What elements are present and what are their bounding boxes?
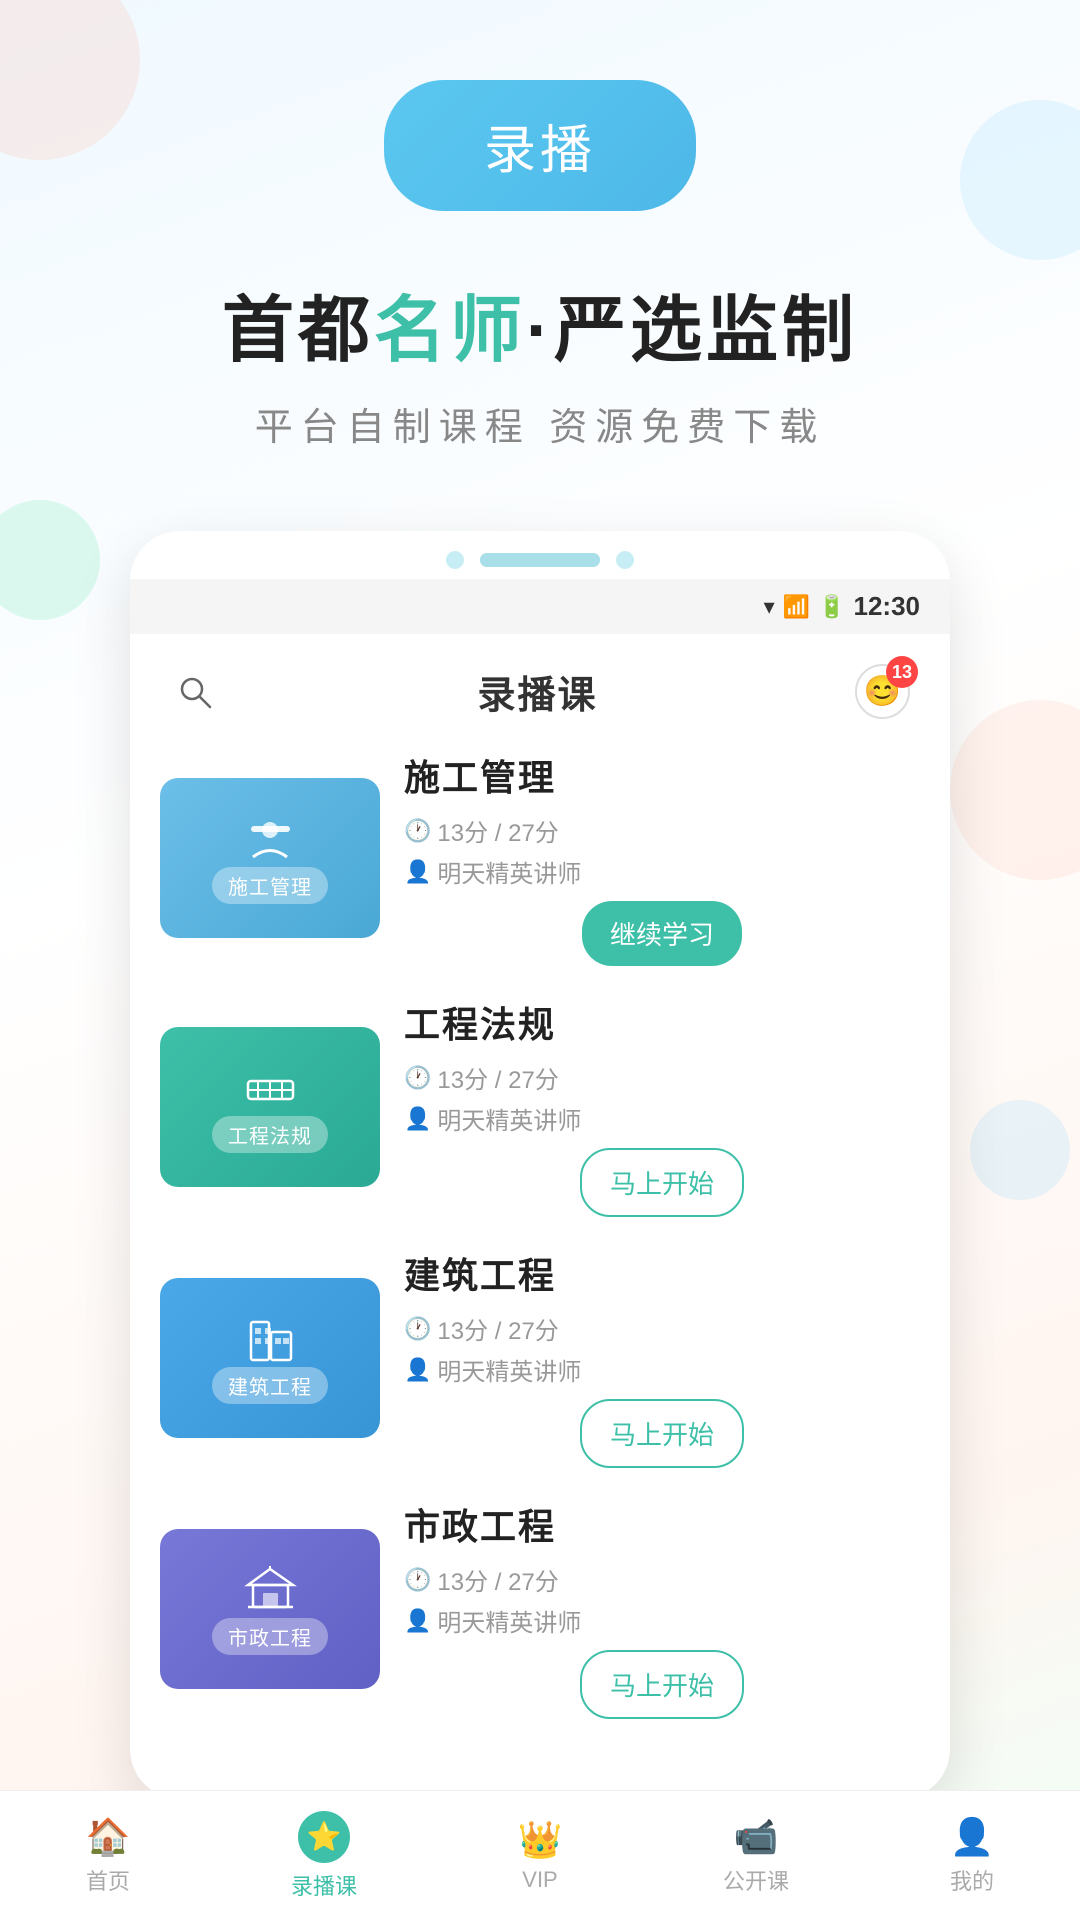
person-icon-2: 👤 bbox=[404, 1106, 431, 1132]
signal-icon: 📶 bbox=[783, 594, 810, 620]
nav-label-record: 录播课 bbox=[291, 1869, 357, 1901]
hero-section: 首都名师·严选监制 平台自制课程 资源免费下载 bbox=[0, 251, 1080, 491]
clock-icon-4: 🕐 bbox=[404, 1567, 431, 1593]
bg-decor-5 bbox=[970, 1100, 1070, 1200]
thumb-label-3: 建筑工程 bbox=[212, 1367, 328, 1404]
nav-icon-record: ⭐ bbox=[298, 1811, 350, 1863]
title-part2: 严选监制 bbox=[554, 291, 858, 371]
nav-icon-mine: 👤 bbox=[950, 1816, 995, 1858]
status-time: 12:30 bbox=[854, 591, 921, 622]
course-thumbnail-4: 市政工程 bbox=[160, 1529, 380, 1689]
notification-badge: 13 bbox=[886, 656, 918, 688]
app-title: 录播课 bbox=[477, 664, 597, 719]
thumb-label-4: 市政工程 bbox=[212, 1618, 328, 1655]
indicator-line bbox=[480, 553, 600, 567]
course-item-2[interactable]: 工程法规 工程法规 🕐 13分 / 27分 👤 明天精英讲师 马上开始 bbox=[160, 996, 920, 1217]
nav-label-mine: 我的 bbox=[950, 1864, 994, 1896]
course-thumbnail-3: 建筑工程 bbox=[160, 1278, 380, 1438]
course-teacher-4: 👤 明天精英讲师 bbox=[404, 1603, 920, 1638]
course-info-3: 建筑工程 🕐 13分 / 27分 👤 明天精英讲师 马上开始 bbox=[404, 1247, 920, 1468]
status-bar: ▾ 📶 🔋 12:30 bbox=[130, 579, 950, 634]
person-icon-1: 👤 bbox=[404, 859, 431, 885]
clock-icon-1: 🕐 bbox=[404, 818, 431, 844]
bg-decor-3 bbox=[0, 500, 100, 620]
search-button[interactable] bbox=[170, 667, 220, 717]
status-icons: ▾ 📶 🔋 12:30 bbox=[764, 591, 920, 622]
chat-button[interactable]: 😊 13 bbox=[855, 664, 910, 719]
course-info-4: 市政工程 🕐 13分 / 27分 👤 明天精英讲师 马上开始 bbox=[404, 1498, 920, 1719]
course-teacher-1: 👤 明天精英讲师 bbox=[404, 854, 920, 889]
course-name-2: 工程法规 bbox=[404, 996, 920, 1048]
title-part1: 首都 bbox=[222, 291, 374, 371]
course-duration-1: 🕐 13分 / 27分 bbox=[404, 813, 920, 848]
nav-item-opencourse[interactable]: 📹 公开课 bbox=[648, 1816, 864, 1896]
indicator-dot-2 bbox=[616, 551, 634, 569]
course-item-1[interactable]: 施工管理 施工管理 🕐 13分 / 27分 👤 明天精英讲师 继续学习 bbox=[160, 749, 920, 966]
course-name-4: 市政工程 bbox=[404, 1498, 920, 1550]
nav-item-home[interactable]: 🏠 首页 bbox=[0, 1816, 216, 1896]
course-thumbnail-1: 施工管理 bbox=[160, 778, 380, 938]
nav-icon-opencourse: 📹 bbox=[734, 1816, 779, 1858]
course-item-3[interactable]: 建筑工程 建筑工程 🕐 13分 / 27分 👤 明天精英讲师 马上开始 bbox=[160, 1247, 920, 1468]
course-duration-2: 🕐 13分 / 27分 bbox=[404, 1060, 920, 1095]
title-middle: · bbox=[526, 291, 554, 371]
wifi-icon: ▾ bbox=[764, 594, 775, 620]
course-info-2: 工程法规 🕐 13分 / 27分 👤 明天精英讲师 马上开始 bbox=[404, 996, 920, 1217]
record-button[interactable]: 录播 bbox=[384, 80, 696, 211]
nav-item-mine[interactable]: 👤 我的 bbox=[864, 1816, 1080, 1896]
app-header: 录播课 😊 13 bbox=[130, 634, 950, 739]
course-meta-4: 🕐 13分 / 27分 👤 明天精英讲师 bbox=[404, 1562, 920, 1638]
nav-item-vip[interactable]: 👑 VIP bbox=[432, 1819, 648, 1893]
course-name-1: 施工管理 bbox=[404, 749, 920, 801]
clock-icon-2: 🕐 bbox=[404, 1065, 431, 1091]
course-meta-3: 🕐 13分 / 27分 👤 明天精英讲师 bbox=[404, 1311, 920, 1387]
course-duration-3: 🕐 13分 / 27分 bbox=[404, 1311, 920, 1346]
battery-icon: 🔋 bbox=[818, 594, 845, 620]
course-item-4[interactable]: 市政工程 市政工程 🕐 13分 / 27分 👤 明天精英讲师 马上开始 bbox=[160, 1498, 920, 1719]
course-action-btn-1[interactable]: 继续学习 bbox=[582, 901, 742, 966]
course-teacher-3: 👤 明天精英讲师 bbox=[404, 1352, 920, 1387]
nav-icon-home: 🏠 bbox=[86, 1816, 131, 1858]
phone-mockup: ▾ 📶 🔋 12:30 录播课 😊 13 施工管理 施工管理 bbox=[130, 531, 950, 1799]
nav-label-vip: VIP bbox=[522, 1867, 557, 1893]
course-teacher-2: 👤 明天精英讲师 bbox=[404, 1101, 920, 1136]
nav-item-record[interactable]: ⭐ 录播课 bbox=[216, 1811, 432, 1901]
course-duration-4: 🕐 13分 / 27分 bbox=[404, 1562, 920, 1597]
thumb-label-2: 工程法规 bbox=[212, 1116, 328, 1153]
clock-icon-3: 🕐 bbox=[404, 1316, 431, 1342]
indicator-bar bbox=[130, 531, 950, 579]
course-info-1: 施工管理 🕐 13分 / 27分 👤 明天精英讲师 继续学习 bbox=[404, 749, 920, 966]
course-list: 施工管理 施工管理 🕐 13分 / 27分 👤 明天精英讲师 继续学习 工程法规… bbox=[130, 739, 950, 1759]
course-action-btn-4[interactable]: 马上开始 bbox=[580, 1650, 744, 1719]
course-action-btn-2[interactable]: 马上开始 bbox=[580, 1148, 744, 1217]
hero-subtitle: 平台自制课程 资源免费下载 bbox=[0, 396, 1080, 451]
course-meta-1: 🕐 13分 / 27分 👤 明天精英讲师 bbox=[404, 813, 920, 889]
nav-label-opencourse: 公开课 bbox=[723, 1864, 789, 1896]
thumb-label-1: 施工管理 bbox=[212, 867, 328, 904]
course-name-3: 建筑工程 bbox=[404, 1247, 920, 1299]
course-action-btn-3[interactable]: 马上开始 bbox=[580, 1399, 744, 1468]
title-highlight: 名师 bbox=[374, 291, 526, 371]
bg-decor-4 bbox=[950, 700, 1080, 880]
nav-icon-vip: 👑 bbox=[518, 1819, 563, 1861]
hero-title: 首都名师·严选监制 bbox=[0, 271, 1080, 376]
course-thumbnail-2: 工程法规 bbox=[160, 1027, 380, 1187]
nav-label-home: 首页 bbox=[86, 1864, 130, 1896]
indicator-dot-1 bbox=[446, 551, 464, 569]
top-section: 录播 bbox=[0, 0, 1080, 251]
course-meta-2: 🕐 13分 / 27分 👤 明天精英讲师 bbox=[404, 1060, 920, 1136]
person-icon-4: 👤 bbox=[404, 1608, 431, 1634]
bottom-nav: 🏠 首页 ⭐ 录播课 👑 VIP 📹 公开课 👤 我的 bbox=[0, 1790, 1080, 1920]
person-icon-3: 👤 bbox=[404, 1357, 431, 1383]
